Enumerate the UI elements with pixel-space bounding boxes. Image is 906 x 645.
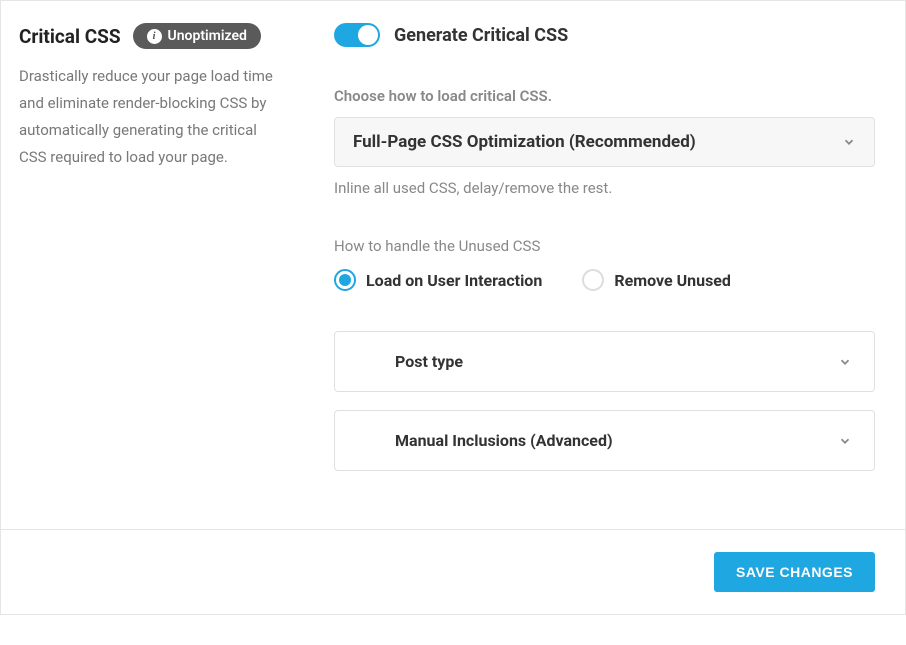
radio-load-on-interaction[interactable]: Load on User Interaction [334,269,542,291]
unused-css-label: How to handle the Unused CSS [334,237,875,255]
accordion-manual-inclusions[interactable]: Manual Inclusions (Advanced) [334,410,875,471]
select-current-value: Full-Page CSS Optimization (Recommended) [353,132,696,152]
section-description: Drastically reduce your page load time a… [19,63,284,171]
toggle-label: Generate Critical CSS [394,25,568,46]
load-method-helper: Inline all used CSS, delay/remove the re… [334,179,875,197]
title-row: Critical CSS i Unoptimized [19,23,284,49]
toggle-knob [358,25,378,45]
footer: SAVE CHANGES [1,529,905,614]
left-column: Critical CSS i Unoptimized Drastically r… [19,23,284,489]
radio-label-text: Load on User Interaction [366,271,542,290]
chevron-down-icon [842,135,856,149]
radio-input [334,269,356,291]
chevron-down-icon [838,355,852,369]
right-column: Generate Critical CSS Choose how to load… [334,23,875,489]
generate-css-toggle[interactable] [334,23,380,47]
badge-text: Unoptimized [168,28,247,44]
toggle-row: Generate Critical CSS [334,23,875,47]
radio-remove-unused[interactable]: Remove Unused [582,269,731,291]
radio-input [582,269,604,291]
load-method-select[interactable]: Full-Page CSS Optimization (Recommended) [334,117,875,167]
load-method-label: Choose how to load critical CSS. [334,87,875,105]
accordion-title: Post type [357,352,463,371]
unused-css-radio-group: Load on User Interaction Remove Unused [334,269,875,291]
accordion-post-type[interactable]: Post type [334,331,875,392]
section-title: Critical CSS [19,25,121,48]
save-changes-button[interactable]: SAVE CHANGES [714,552,875,592]
radio-label-text: Remove Unused [614,271,731,290]
settings-panel: Critical CSS i Unoptimized Drastically r… [0,0,906,615]
chevron-down-icon [838,434,852,448]
accordion-title: Manual Inclusions (Advanced) [357,431,613,450]
info-icon: i [147,29,162,44]
status-badge: i Unoptimized [133,23,261,49]
content-row: Critical CSS i Unoptimized Drastically r… [1,1,905,529]
